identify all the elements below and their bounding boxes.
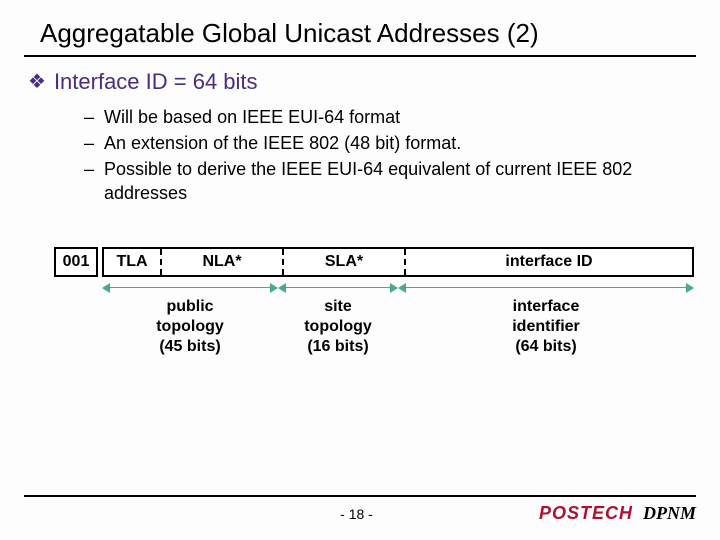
sub-bullet-text: Will be based on IEEE EUI-64 format <box>104 105 400 129</box>
dash-icon: – <box>84 131 94 155</box>
field-sla: SLA* <box>284 249 404 275</box>
footer-logos: POSTECH DPNM <box>539 503 696 524</box>
address-diagram: 001 TLA NLA* SLA* interface ID public to… <box>54 247 694 357</box>
footer: - 18 - POSTECH DPNM <box>24 495 696 524</box>
field-interface-id: interface ID <box>406 249 692 275</box>
span-interface: interface identifier (64 bits) <box>398 283 694 357</box>
postech-logo: POSTECH <box>539 503 633 524</box>
double-arrow-icon <box>102 283 278 293</box>
sub-bullet: – Possible to derive the IEEE EUI-64 equ… <box>84 157 696 207</box>
bullet-level1: ❖ Interface ID = 64 bits <box>24 69 696 101</box>
prefix-box: 001 <box>54 247 98 277</box>
slide-title: Aggregatable Global Unicast Addresses (2… <box>0 0 720 55</box>
sub-bullet-text: Possible to derive the IEEE EUI-64 equiv… <box>104 157 696 205</box>
dpnm-logo: DPNM <box>643 503 696 524</box>
footer-row: - 18 - POSTECH DPNM <box>24 503 696 524</box>
span-labels-row: public topology (45 bits) site topology … <box>102 283 694 357</box>
field-nla: NLA* <box>162 249 282 275</box>
dash-icon: – <box>84 105 94 129</box>
span-label: public topology (45 bits) <box>102 293 278 357</box>
content-area: ❖ Interface ID = 64 bits – Will be based… <box>0 69 720 357</box>
field-tla: TLA <box>104 249 160 275</box>
bullet-text: Interface ID = 64 bits <box>54 69 258 95</box>
page-number: - 18 - <box>174 506 539 522</box>
span-label: interface identifier (64 bits) <box>398 293 694 357</box>
double-arrow-icon <box>398 283 694 293</box>
fields-box: TLA NLA* SLA* interface ID <box>102 247 694 277</box>
title-rule <box>24 55 696 57</box>
footer-rule <box>24 495 696 497</box>
span-label: site topology (16 bits) <box>278 293 398 357</box>
address-fields-row: 001 TLA NLA* SLA* interface ID <box>54 247 694 277</box>
sub-bullet: – Will be based on IEEE EUI-64 format <box>84 105 696 131</box>
dash-icon: – <box>84 157 94 205</box>
span-public: public topology (45 bits) <box>102 283 278 357</box>
span-site: site topology (16 bits) <box>278 283 398 357</box>
double-arrow-icon <box>278 283 398 293</box>
diamond-bullet-icon: ❖ <box>28 69 46 95</box>
sub-bullet-list: – Will be based on IEEE EUI-64 format – … <box>24 101 696 207</box>
sub-bullet: – An extension of the IEEE 802 (48 bit) … <box>84 131 696 157</box>
sub-bullet-text: An extension of the IEEE 802 (48 bit) fo… <box>104 131 461 155</box>
